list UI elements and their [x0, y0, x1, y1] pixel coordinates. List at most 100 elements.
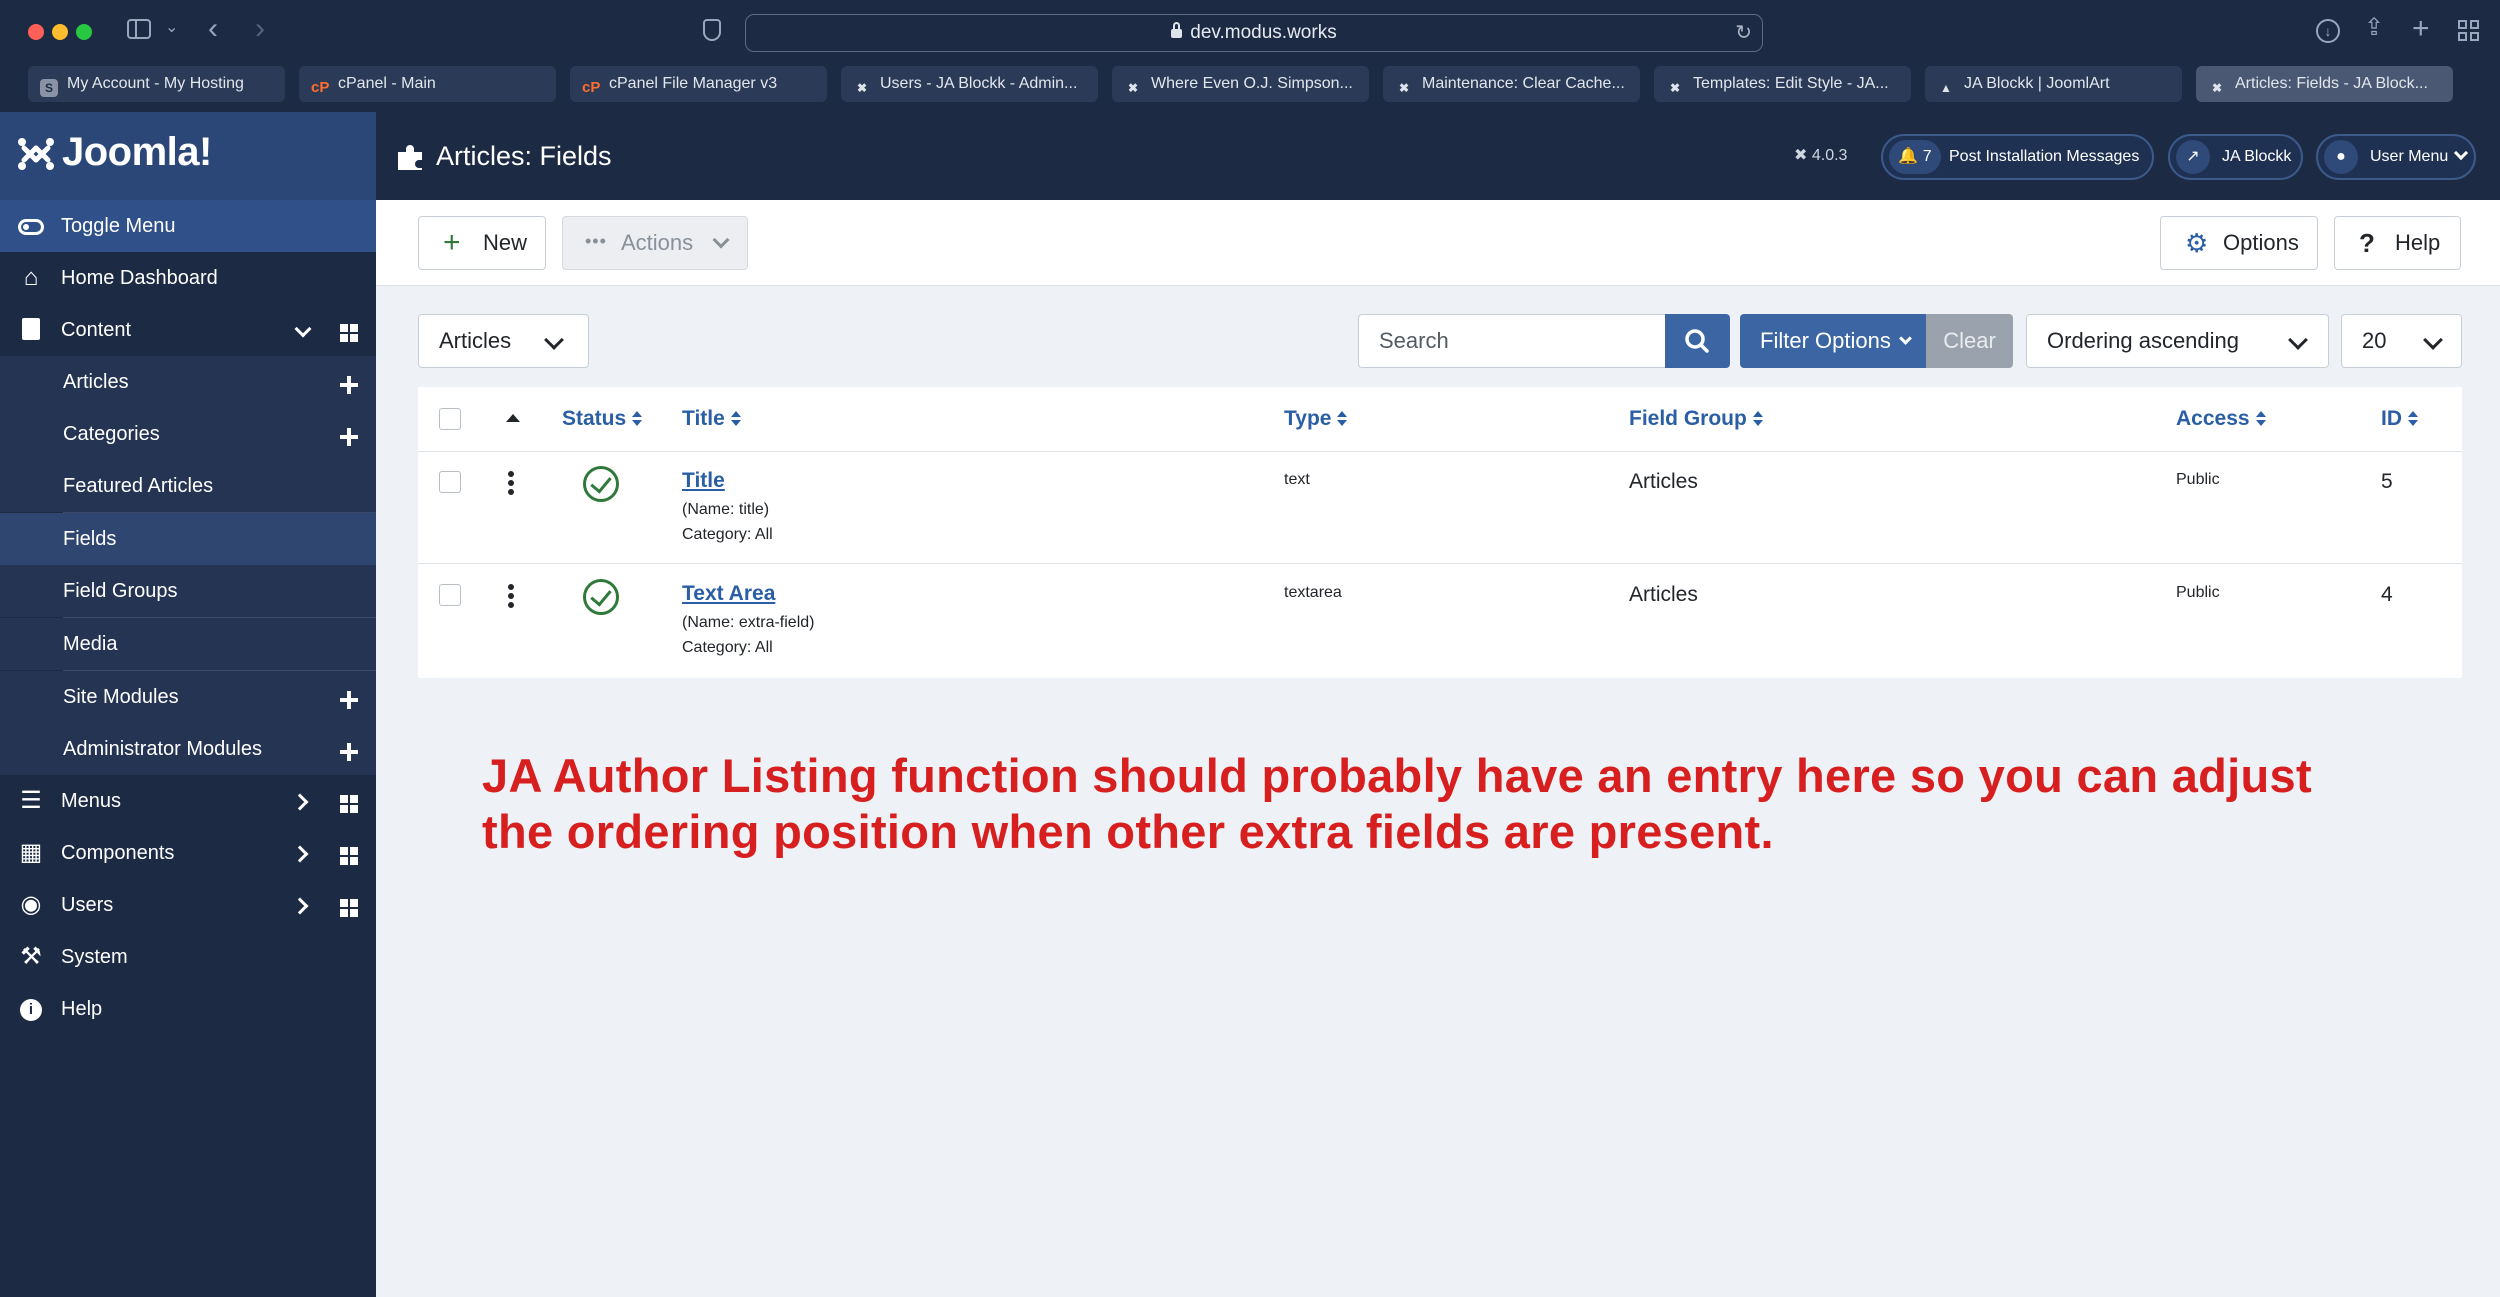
sidebar-item-menus[interactable]: ☰ Menus — [0, 775, 376, 827]
sidebar-item-home-dashboard[interactable]: ⌂ Home Dashboard — [0, 252, 376, 304]
chevron-right-icon[interactable] — [290, 827, 316, 879]
search-input[interactable] — [1358, 314, 1666, 368]
dashboard-grid-icon[interactable] — [336, 304, 362, 356]
minimize-window-button[interactable] — [52, 24, 68, 40]
zoom-window-button[interactable] — [76, 24, 92, 40]
column-header-status[interactable]: Status — [562, 387, 643, 451]
close-window-button[interactable] — [28, 24, 44, 40]
chevron-down-icon[interactable]: ⌄ — [165, 20, 178, 36]
row-checkbox[interactable] — [439, 584, 461, 606]
published-status-icon[interactable] — [583, 579, 619, 615]
privacy-shield-icon[interactable] — [703, 19, 721, 41]
sidebar-item-media[interactable]: Media — [0, 618, 376, 670]
reload-icon[interactable]: ↻ — [1735, 15, 1752, 51]
joomla-version: ✖ 4.0.3 — [1794, 147, 1848, 164]
browser-tab[interactable]: ▲ JA Blockk | JoomlArt — [1925, 66, 2182, 102]
filter-options-button[interactable]: Filter Options — [1740, 314, 1926, 368]
ordering-select-value: Ordering ascending — [2047, 328, 2240, 353]
drag-handle-icon[interactable] — [508, 584, 514, 608]
s-icon: S — [40, 79, 58, 97]
chevron-right-icon[interactable] — [290, 879, 316, 931]
sidebar-toggle-icon[interactable] — [127, 19, 151, 39]
context-select[interactable]: Articles — [418, 314, 589, 368]
published-status-icon[interactable] — [583, 466, 619, 502]
sidebar-item-field-groups[interactable]: Field Groups — [0, 565, 376, 617]
browser-tab[interactable]: ✖ Maintenance: Clear Cache... — [1383, 66, 1640, 102]
sidebar-item-site-modules[interactable]: Site Modules — [0, 671, 376, 723]
dashboard-grid-icon[interactable] — [336, 775, 362, 827]
actions-button[interactable]: ••• Actions — [562, 216, 748, 270]
field-type: textarea — [1284, 584, 1342, 601]
version-text: 4.0.3 — [1811, 147, 1848, 164]
add-category-icon[interactable] — [336, 408, 362, 460]
select-all-checkbox[interactable] — [439, 408, 461, 430]
downloads-icon[interactable]: ↓ — [2316, 19, 2340, 43]
sidebar-item-featured-articles[interactable]: Featured Articles — [0, 460, 376, 512]
site-link-button[interactable]: ↗ JA Blockk — [2168, 134, 2303, 180]
sidebar-item-administrator-modules[interactable]: Administrator Modules — [0, 723, 376, 775]
browser-tab[interactable]: ✖ Templates: Edit Style - JA... — [1654, 66, 1911, 102]
field-title-link[interactable]: Title — [682, 469, 725, 493]
column-header-type[interactable]: Type — [1284, 387, 1348, 451]
sidebar-item-help[interactable]: i Help — [0, 983, 376, 1035]
browser-tab[interactable]: ✖ Users - JA Blockk - Admin... — [841, 66, 1098, 102]
sidebar-item-system[interactable]: ⚒ System — [0, 931, 376, 983]
joomla-icon: ✖ — [1669, 81, 1681, 95]
chevron-down-icon — [1899, 332, 1912, 345]
forward-icon[interactable]: › — [255, 14, 265, 44]
help-button[interactable]: ? Help — [2334, 216, 2461, 270]
chevron-right-icon[interactable] — [290, 775, 316, 827]
help-label: Help — [2395, 230, 2441, 255]
puzzle-icon: ▦ — [19, 839, 43, 866]
drag-handle-icon[interactable] — [508, 471, 514, 495]
tab-overview-icon[interactable] — [2458, 20, 2480, 42]
dashboard-grid-icon[interactable] — [336, 827, 362, 879]
new-button[interactable]: + New — [418, 216, 546, 270]
brand[interactable]: Joomla! — [0, 112, 376, 200]
sidebar-item-categories[interactable]: Categories — [0, 408, 376, 460]
add-article-icon[interactable] — [336, 356, 362, 408]
column-header-title[interactable]: Title — [682, 387, 741, 451]
new-tab-icon[interactable]: + — [2412, 14, 2430, 44]
user-menu-button[interactable]: ● User Menu — [2316, 134, 2476, 180]
clear-button[interactable]: Clear — [1926, 314, 2013, 368]
sidebar-item-articles[interactable]: Articles — [0, 356, 376, 408]
address-bar[interactable]: dev.modus.works ↻ — [745, 14, 1763, 52]
sidebar-item-content[interactable]: Content — [0, 304, 376, 356]
column-header-access[interactable]: Access — [2176, 387, 2266, 451]
annotation-line: the ordering position when other extra f… — [482, 805, 1774, 858]
list-limit-select[interactable]: 20 — [2341, 314, 2462, 368]
sidebar-item-components[interactable]: ▦ Components — [0, 827, 376, 879]
post-installation-messages-button[interactable]: 🔔 7 Post Installation Messages — [1881, 134, 2154, 180]
sidebar-item-fields[interactable]: Fields — [0, 513, 376, 565]
column-header-id[interactable]: ID — [2381, 387, 2418, 451]
share-icon[interactable]: ⇪ — [2364, 16, 2384, 40]
ordering-sort-icon[interactable] — [506, 414, 520, 422]
back-icon[interactable]: ‹ — [208, 14, 218, 44]
add-site-module-icon[interactable] — [336, 671, 362, 723]
ordering-select[interactable]: Ordering ascending — [2026, 314, 2329, 368]
browser-tab[interactable]: cP cPanel - Main — [299, 66, 556, 102]
browser-tab[interactable]: cP cPanel File Manager v3 — [570, 66, 827, 102]
options-button[interactable]: ⚙ Options — [2160, 216, 2318, 270]
column-header-label: Field Group — [1629, 407, 1747, 430]
sidebar-item-label: Site Modules — [63, 686, 179, 708]
row-checkbox[interactable] — [439, 471, 461, 493]
browser-tab[interactable]: ✖ Where Even O.J. Simpson... — [1112, 66, 1369, 102]
chevron-down-icon[interactable] — [290, 304, 316, 356]
add-admin-module-icon[interactable] — [336, 723, 362, 775]
sidebar-item-label: Home Dashboard — [61, 267, 218, 289]
search-button[interactable] — [1665, 314, 1730, 368]
sidebar-item-label: Featured Articles — [63, 475, 214, 497]
sidebar-item-users[interactable]: ◉ Users — [0, 879, 376, 931]
field-title-link[interactable]: Text Area — [682, 582, 775, 606]
toggle-menu-button[interactable]: Toggle Menu — [0, 200, 376, 252]
field-group: Articles — [1629, 470, 1698, 493]
field-name: (Name: extra-field) — [682, 614, 815, 631]
ellipsis-icon: ••• — [585, 231, 607, 251]
field-type: text — [1284, 471, 1310, 488]
dashboard-grid-icon[interactable] — [336, 879, 362, 931]
browser-tab-active[interactable]: ✖ Articles: Fields - JA Block... — [2196, 66, 2453, 102]
column-header-field-group[interactable]: Field Group — [1629, 387, 1763, 451]
browser-tab[interactable]: S My Account - My Hosting — [28, 66, 285, 102]
